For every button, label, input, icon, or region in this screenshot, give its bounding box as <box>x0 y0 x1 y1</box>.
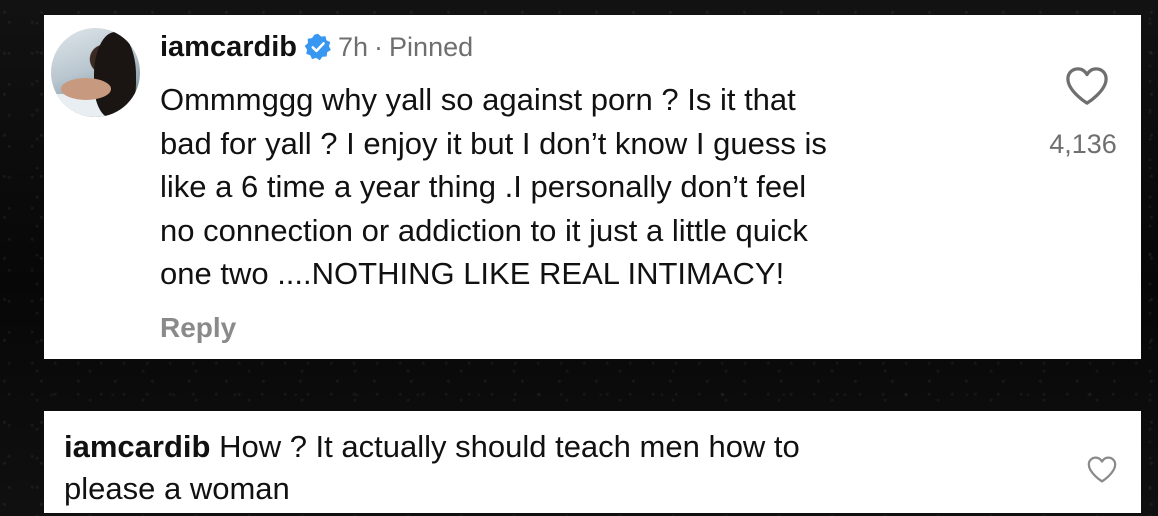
reply-button[interactable]: Reply <box>160 312 236 344</box>
reply-text-line: iamcardib How ? It actually should teach… <box>64 426 1024 468</box>
reply-username[interactable]: iamcardib <box>64 429 210 464</box>
pinned-comment-card: iamcardib 7h · Pinned Ommmggg why yall s… <box>44 15 1141 359</box>
comment-text: Ommmggg why yall so against porn ? Is it… <box>160 78 1040 296</box>
comment-text-line: one two ....NOTHING LIKE REAL INTIMACY! <box>160 256 785 291</box>
reply-text-line: please a woman <box>64 471 290 506</box>
comment-header: iamcardib 7h · Pinned <box>160 29 473 65</box>
heart-outline-icon[interactable] <box>1086 455 1118 484</box>
pinned-label: Pinned <box>389 31 474 62</box>
meta-separator: · <box>374 31 384 62</box>
heart-outline-icon[interactable] <box>1064 65 1110 107</box>
reply-comment-card: iamcardib How ? It actually should teach… <box>44 411 1141 513</box>
avatar[interactable] <box>51 28 140 117</box>
like-count: 4,136 <box>1049 129 1117 159</box>
comment-text-line: bad for yall ? I enjoy it but I don’t kn… <box>160 125 827 161</box>
comment-time: 7h <box>338 31 369 62</box>
avatar-hair <box>94 32 136 117</box>
reply-text: iamcardib How ? It actually should teach… <box>64 426 1024 510</box>
comment-text-line: no connection or addiction to it just a … <box>160 212 808 248</box>
comment-username[interactable]: iamcardib <box>160 31 297 64</box>
comment-text-line: Ommmggg why yall so against porn ? Is it… <box>160 82 796 117</box>
comment-text-line: like a 6 time a year thing .I personally… <box>160 169 807 204</box>
reply-text-content: How ? It actually should teach men how t… <box>219 429 800 464</box>
avatar-figure <box>61 78 111 100</box>
verified-badge-icon <box>304 33 332 61</box>
